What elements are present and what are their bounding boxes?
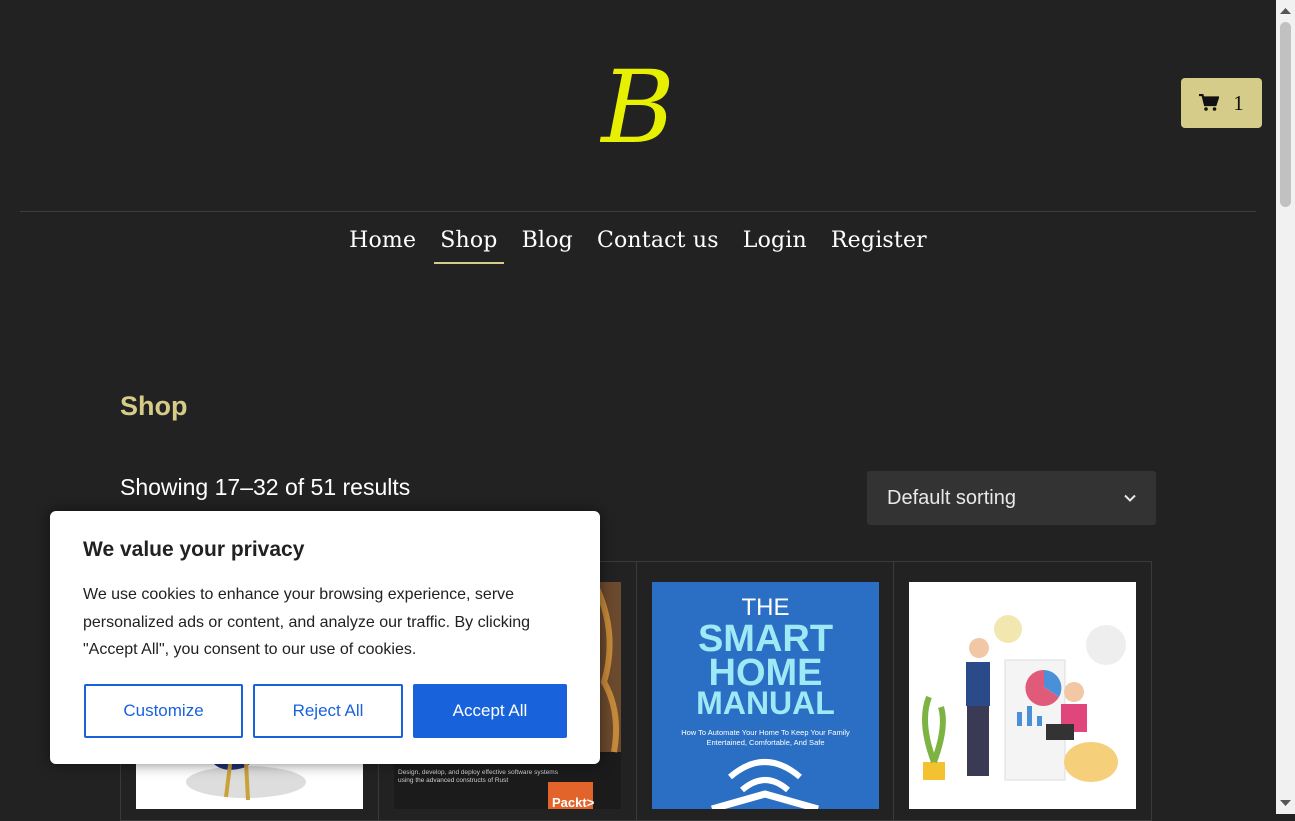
cart-icon [1199, 94, 1220, 111]
nav-login[interactable]: Login [737, 228, 813, 264]
cart-count: 1 [1233, 90, 1244, 115]
product-card[interactable] [893, 561, 1152, 821]
site-logo[interactable]: B [599, 49, 676, 166]
nav-shop[interactable]: Shop [434, 228, 504, 264]
page-title: Shop [120, 391, 188, 421]
logo-glyph: B [599, 49, 675, 166]
reject-all-button[interactable]: Reject All [253, 684, 403, 738]
cookie-banner-title: We value your privacy [83, 538, 305, 561]
scroll-up-arrow-icon[interactable] [1276, 4, 1295, 18]
accept-all-button[interactable]: Accept All [413, 684, 567, 738]
product-image[interactable] [909, 582, 1136, 809]
nav-home[interactable]: Home [343, 228, 422, 264]
sort-select[interactable]: Default sorting [867, 471, 1156, 525]
chevron-down-icon [1124, 494, 1136, 502]
book-tagline: Design, develop, and deploy effective so… [398, 769, 558, 784]
sort-selected-label: Default sorting [887, 486, 1016, 509]
wifi-home-icon [711, 759, 819, 809]
customize-button[interactable]: Customize [84, 684, 243, 738]
scroll-down-arrow-icon[interactable] [1276, 796, 1295, 810]
product-card[interactable]: THE SMART HOME MANUAL How To Automate Yo… [636, 561, 894, 821]
nav-blog[interactable]: Blog [516, 228, 579, 264]
result-count: Showing 17–32 of 51 results [120, 474, 411, 500]
header-divider [20, 211, 1256, 212]
svg-text:B: B [600, 50, 675, 150]
main-nav: Home Shop Blog Contact us Login Register [0, 228, 1276, 264]
cookie-banner-text: We use cookies to enhance your browsing … [83, 586, 531, 658]
people-analytics-illustration [922, 615, 1126, 782]
nav-contact-us[interactable]: Contact us [591, 228, 725, 264]
page-scrollbar[interactable] [1276, 0, 1295, 814]
product-image[interactable]: THE SMART HOME MANUAL How To Automate Yo… [652, 582, 879, 809]
nav-register[interactable]: Register [825, 228, 933, 264]
scrollbar-thumb[interactable] [1280, 22, 1291, 207]
publisher-label: Packt> [552, 795, 595, 809]
cart-button[interactable]: 1 [1181, 78, 1262, 128]
cookie-consent-banner: We value your privacy We use cookies to … [50, 511, 600, 764]
